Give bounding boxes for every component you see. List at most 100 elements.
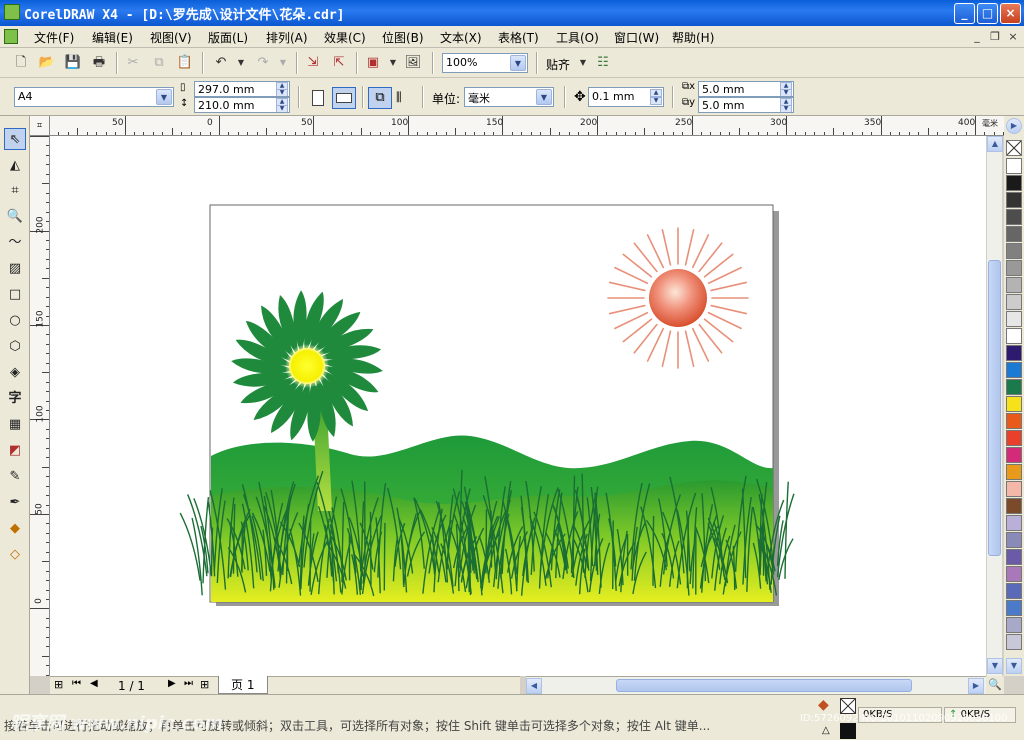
spin-down-icon[interactable]: ▼ — [276, 89, 288, 96]
snap-dropdown-icon[interactable]: ▼ — [574, 54, 592, 72]
color-swatch[interactable] — [1006, 464, 1022, 480]
drawing-canvas[interactable] — [50, 136, 986, 676]
paper-type-select[interactable]: A4 ▼ — [14, 87, 174, 107]
scroll-left-icon[interactable]: ◀ — [526, 678, 542, 694]
palette-flyout-icon[interactable]: ▶ — [1006, 118, 1022, 134]
smart-fill-tool-icon[interactable]: ▨ — [4, 258, 26, 280]
doc-minimize-icon[interactable]: _ — [970, 30, 984, 44]
pick-tool-icon[interactable]: ⇖ — [4, 128, 26, 150]
eyedropper-tool-icon[interactable]: ✎ — [4, 466, 26, 488]
color-swatch[interactable] — [1006, 532, 1022, 548]
cut-icon[interactable]: ✂ — [124, 54, 142, 72]
vertical-scroll-thumb[interactable] — [988, 260, 1001, 556]
spin-up-icon[interactable]: ▲ — [650, 89, 662, 97]
vertical-ruler[interactable]: 200 150 100 50 0 — [30, 136, 50, 676]
redo-dropdown-icon[interactable]: ▼ — [274, 54, 292, 72]
save-icon[interactable]: 💾 — [64, 54, 82, 72]
duplicate-y-input[interactable]: 5.0 mm ▲ ▼ — [698, 97, 794, 113]
next-page-icon[interactable]: ▶ — [168, 678, 176, 689]
color-swatch[interactable] — [1006, 515, 1022, 531]
options-icon[interactable]: ☷ — [594, 54, 612, 72]
color-swatch[interactable] — [1006, 260, 1022, 276]
all-pages-icon[interactable]: ⧉ — [368, 87, 392, 109]
horizontal-scrollbar[interactable]: ◀ ▶ — [526, 676, 986, 694]
interactive-blend-tool-icon[interactable]: ◩ — [4, 440, 26, 462]
color-swatch[interactable] — [1006, 498, 1022, 514]
doc-close-icon[interactable]: × — [1006, 30, 1020, 44]
text-tool-icon[interactable]: 字 — [4, 388, 26, 410]
nudge-offset-input[interactable]: 0.1 mm ▲ ▼ — [588, 87, 664, 107]
color-swatch[interactable] — [1006, 634, 1022, 650]
color-swatch[interactable] — [1006, 396, 1022, 412]
color-swatch[interactable] — [1006, 209, 1022, 225]
horizontal-ruler[interactable]: 50 0 50 100 150 200 250 300 350 400 毫米 — [30, 116, 1004, 136]
undo-icon[interactable]: ↶ — [212, 54, 230, 72]
new-file-icon[interactable]: 🗋 — [12, 54, 30, 72]
print-icon[interactable]: 🖶 — [90, 54, 108, 72]
color-swatch[interactable] — [1006, 243, 1022, 259]
menu-file[interactable]: 文件(F) — [34, 29, 74, 46]
polygon-tool-icon[interactable]: ⬡ — [4, 336, 26, 358]
scroll-down-icon[interactable]: ▼ — [987, 658, 1003, 674]
first-page-icon[interactable]: ⏮ — [72, 678, 81, 689]
redo-icon[interactable]: ↷ — [254, 54, 272, 72]
snap-to-button[interactable]: 贴齐 — [546, 56, 570, 73]
palette-scroll-down-icon[interactable]: ▼ — [1006, 658, 1022, 674]
application-launcher-icon[interactable]: ▣ — [364, 54, 382, 72]
last-page-icon[interactable]: ⏭ — [184, 678, 193, 689]
menu-edit[interactable]: 编辑(E) — [92, 29, 133, 46]
add-page-after-icon[interactable]: ⊞ — [200, 678, 209, 691]
menu-bitmaps[interactable]: 位图(B) — [382, 29, 424, 46]
open-folder-icon[interactable]: 📂 — [38, 54, 56, 72]
color-swatch[interactable] — [1006, 447, 1022, 463]
scroll-right-icon[interactable]: ▶ — [968, 678, 984, 694]
document-icon[interactable] — [4, 29, 18, 44]
page-tab[interactable]: 页 1 — [218, 676, 268, 694]
color-swatch[interactable] — [1006, 328, 1022, 344]
color-swatch[interactable] — [1006, 481, 1022, 497]
copy-icon[interactable]: ⧉ — [150, 54, 168, 72]
duplicate-x-input[interactable]: 5.0 mm ▲ ▼ — [698, 81, 794, 97]
portrait-icon[interactable] — [312, 90, 324, 106]
scroll-up-icon[interactable]: ▲ — [987, 136, 1003, 152]
interactive-fill-tool-icon[interactable]: ◇ — [4, 544, 26, 566]
navigator-zoom-icon[interactable]: 🔍 — [986, 676, 1004, 694]
color-swatch[interactable] — [1006, 566, 1022, 582]
color-swatch[interactable] — [1006, 617, 1022, 633]
page-height-input[interactable]: 210.0 mm ▲ ▼ — [194, 97, 290, 113]
maximize-button[interactable]: □ — [977, 3, 998, 24]
menu-tools[interactable]: 工具(O) — [556, 29, 599, 46]
color-swatch[interactable] — [1006, 379, 1022, 395]
color-swatch[interactable] — [1006, 549, 1022, 565]
rectangle-tool-icon[interactable]: □ — [4, 284, 26, 306]
color-swatch[interactable] — [1006, 294, 1022, 310]
color-swatch[interactable] — [1006, 345, 1022, 361]
spin-down-icon[interactable]: ▼ — [276, 105, 288, 112]
color-swatch[interactable] — [1006, 226, 1022, 242]
ruler-origin-icon[interactable]: ⌗ — [30, 116, 50, 136]
spin-down-icon[interactable]: ▼ — [650, 97, 662, 105]
crop-tool-icon[interactable]: ⌗ — [4, 180, 26, 202]
fill-tool-icon[interactable]: ◆ — [4, 518, 26, 540]
vertical-scrollbar[interactable]: ▲ ▼ — [986, 136, 1003, 676]
horizontal-scroll-thumb[interactable] — [616, 679, 912, 692]
color-swatch[interactable] — [1006, 583, 1022, 599]
menu-arrange[interactable]: 排列(A) — [266, 29, 308, 46]
spin-down-icon[interactable]: ▼ — [780, 89, 792, 96]
freehand-tool-icon[interactable]: 〜 — [4, 232, 26, 254]
zoom-levels-select[interactable]: 100% ▼ — [442, 53, 528, 73]
menu-table[interactable]: 表格(T) — [498, 29, 539, 46]
menu-help[interactable]: 帮助(H) — [672, 29, 714, 46]
color-swatch[interactable] — [1006, 277, 1022, 293]
spin-down-icon[interactable]: ▼ — [780, 105, 792, 112]
menu-window[interactable]: 窗口(W) — [614, 29, 659, 46]
table-tool-icon[interactable]: ▦ — [4, 414, 26, 436]
basic-shapes-tool-icon[interactable]: ◈ — [4, 362, 26, 384]
menu-view[interactable]: 视图(V) — [150, 29, 192, 46]
undo-dropdown-icon[interactable]: ▼ — [232, 54, 250, 72]
menu-effects[interactable]: 效果(C) — [324, 29, 366, 46]
color-swatch[interactable] — [1006, 192, 1022, 208]
launcher-dropdown-icon[interactable]: ▼ — [384, 54, 402, 72]
outline-tool-icon[interactable]: ✒ — [4, 492, 26, 514]
color-swatch[interactable] — [1006, 430, 1022, 446]
